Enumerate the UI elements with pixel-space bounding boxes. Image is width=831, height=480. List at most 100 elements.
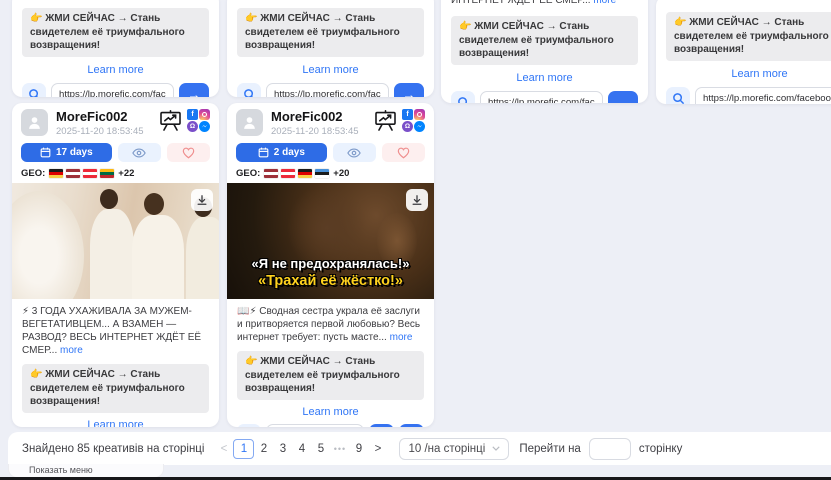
results-count: Знайдено 85 креативів на сторінці (22, 443, 204, 455)
download-icon (196, 194, 208, 206)
ad-card-partial-4: 👉 ЖМИ СЕЙЧАС → Стань свидетелем её триум… (656, 0, 831, 104)
ad-cta-box: 👉 ЖМИ СЕЙЧАС → Стань свидетелем её триум… (666, 12, 831, 61)
heart-icon (182, 147, 195, 159)
learn-more-link[interactable]: Learn more (656, 68, 831, 80)
url-row: → (451, 91, 638, 104)
creative-image-rain-glass[interactable]: «Я не предохранялась!» «Трахай её жёстко… (227, 183, 434, 299)
page-button-4[interactable]: 4 (292, 439, 311, 459)
ad-card-partial-2: 👉 ЖМИ СЕЙЧАС → Стань свидетелем её триум… (227, 0, 434, 97)
url-row: → (237, 83, 424, 98)
download-image-button[interactable] (406, 189, 428, 211)
prev-page-button[interactable]: < (214, 439, 233, 459)
views-button[interactable] (118, 143, 161, 162)
card-actions: 2 days (227, 137, 434, 162)
geo-flags (264, 169, 329, 178)
url-row (666, 87, 831, 105)
landing-url-input[interactable] (695, 87, 831, 105)
next-page-button[interactable]: > (368, 439, 387, 459)
flag-austria-icon (83, 169, 97, 178)
ad-cta-box: 👉 ЖМИ СЕЙЧАС → Стань свидетелем её триум… (451, 16, 638, 65)
learn-more-link[interactable]: Learn more (441, 72, 648, 84)
ad-cta-box: 👉 ЖМИ СЕЙЧАС → Стань свидетелем её триум… (22, 364, 209, 413)
page-button-5[interactable]: 5 (311, 439, 330, 459)
search-icon[interactable] (237, 83, 261, 98)
flag-latvia-icon (66, 169, 80, 178)
page-button-1[interactable]: 1 (233, 439, 254, 459)
ad-card-1: MoreFic002 2025-11-20 18:53:45 f (12, 103, 219, 427)
more-link[interactable]: more (60, 345, 83, 356)
card-header: MoreFic002 2025-11-20 18:53:45 f (12, 103, 219, 137)
figure-shirt (132, 215, 184, 299)
landing-url-input[interactable] (266, 83, 389, 98)
geo-more-count[interactable]: +22 (118, 168, 134, 179)
calendar-icon (258, 147, 269, 158)
flag-germany-icon (298, 169, 312, 178)
flag-latvia-icon (264, 169, 278, 178)
show-menu-button[interactable]: Показать меню (8, 464, 164, 478)
favorite-button[interactable] (167, 143, 210, 162)
open-url-button[interactable]: → (608, 91, 638, 104)
presentation-chart-icon[interactable] (374, 110, 397, 131)
card-header-icons: f Ω (374, 109, 425, 132)
ad-cta-box: 👉 ЖМИ СЕЙЧАС → Стань свидетелем её триум… (22, 8, 209, 57)
learn-more-link[interactable]: Learn more (12, 64, 219, 76)
days-active-badge[interactable]: 17 days (21, 143, 112, 162)
platform-icons: f Ω (187, 109, 210, 132)
search-icon[interactable] (451, 91, 475, 104)
open-url-button[interactable]: → (179, 83, 209, 98)
learn-more-link[interactable]: Learn more (12, 419, 219, 428)
ad-cta-box: 👉 ЖМИ СЕЙЧАС → Стань свидетелем её триум… (237, 351, 424, 400)
arrow-right-icon: → (375, 425, 388, 428)
learn-more-link[interactable]: Learn more (227, 406, 434, 418)
flag-austria-icon (281, 169, 295, 178)
learn-more-link[interactable]: Learn more (227, 64, 434, 76)
arrow-right-icon: → (617, 92, 630, 104)
page-ellipsis[interactable]: ••• (330, 439, 349, 459)
search-icon[interactable] (22, 83, 46, 98)
profile-info: MoreFic002 2025-11-20 18:53:45 (56, 109, 159, 137)
instagram-icon (414, 109, 425, 120)
search-icon[interactable] (666, 87, 690, 105)
geo-more-count[interactable]: +20 (333, 168, 349, 179)
days-active-badge[interactable]: 2 days (236, 143, 327, 162)
favorite-button[interactable] (382, 143, 425, 162)
pagination-bar: Знайдено 85 креативів на сторінці < 1 2 … (8, 432, 831, 465)
open-url-button[interactable]: → (369, 424, 394, 428)
card-actions: 17 days (12, 137, 219, 162)
page-button-9[interactable]: 9 (349, 439, 368, 459)
url-row: → (237, 424, 424, 428)
profile-name[interactable]: MoreFic002 (56, 109, 159, 124)
profile-name[interactable]: MoreFic002 (271, 109, 374, 124)
platform-icons: f Ω (402, 109, 425, 132)
card-header-icons: f Ω (159, 109, 210, 132)
audience-network-icon: Ω (402, 121, 413, 132)
landing-url-input[interactable] (266, 424, 364, 428)
more-link[interactable]: more (593, 0, 616, 6)
search-icon[interactable] (237, 424, 261, 428)
overlay-line-2: «Трахай её жёстко!» (227, 273, 434, 289)
geo-row: GEO: +20 (227, 162, 434, 179)
page-size-select[interactable]: 10 /на сторінці (399, 438, 509, 460)
creative-description: ⚡ 3 ГОДА УХАЖИВАЛА ЗА МУЖЕМ-ВЕГЕТАТИВЦЕМ… (12, 299, 219, 357)
ad-card-partial-1: 👉 ЖМИ СЕЙЧАС → Стань свидетелем её триум… (12, 0, 219, 97)
more-link[interactable]: more (390, 332, 413, 343)
landing-url-input[interactable] (480, 91, 603, 104)
open-url-button[interactable]: → (394, 83, 424, 98)
presentation-chart-icon[interactable] (159, 110, 182, 131)
page-button-3[interactable]: 3 (273, 439, 292, 459)
page-button-2[interactable]: 2 (254, 439, 273, 459)
goto-page-suffix: сторінку (639, 443, 683, 455)
creative-image-wedding[interactable] (12, 183, 219, 299)
eye-icon (347, 148, 361, 158)
geo-flags (49, 169, 114, 178)
download-image-button[interactable] (191, 189, 213, 211)
goto-page-input[interactable] (589, 438, 631, 460)
heart-icon (397, 147, 410, 159)
download-landing-button[interactable] (399, 424, 424, 428)
views-button[interactable] (333, 143, 376, 162)
figure-head (100, 189, 118, 209)
figure-shirt (90, 209, 134, 299)
messenger-icon (199, 121, 210, 132)
avatar (236, 109, 263, 136)
landing-url-input[interactable] (51, 83, 174, 98)
